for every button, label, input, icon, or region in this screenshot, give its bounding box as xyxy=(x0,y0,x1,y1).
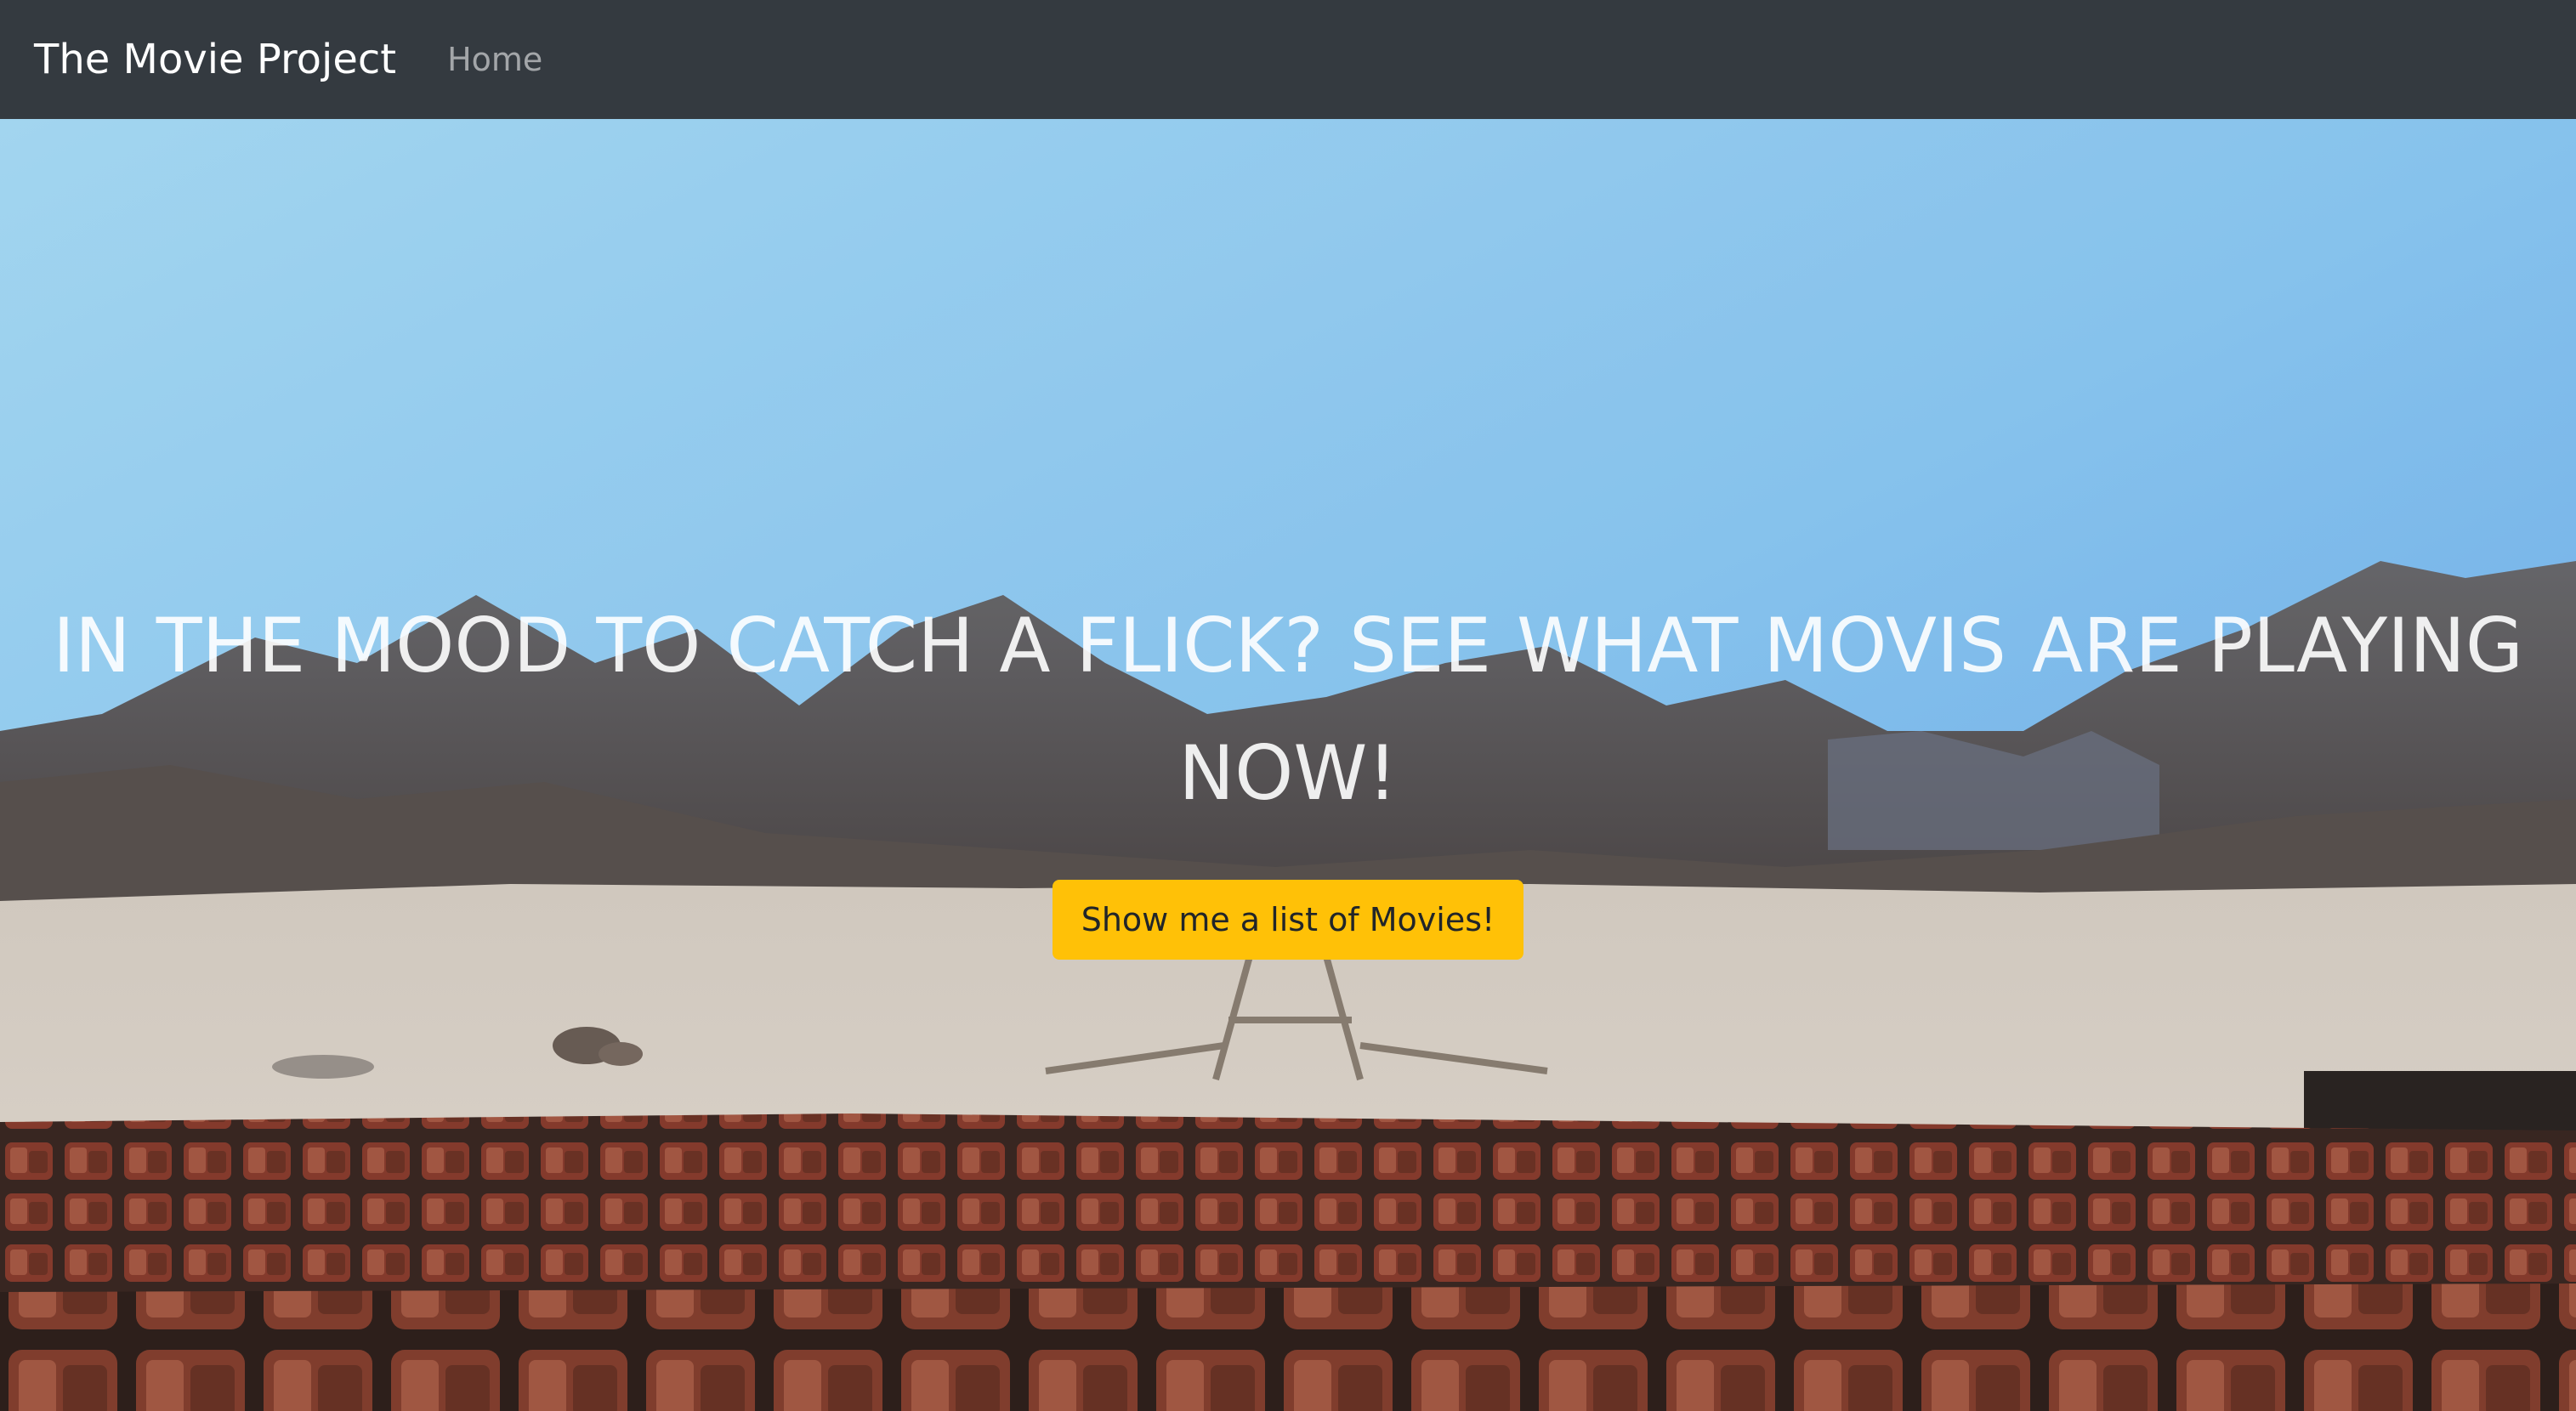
show-movies-button[interactable]: Show me a list of Movies! xyxy=(1052,880,1524,960)
navbar-brand[interactable]: The Movie Project xyxy=(34,39,396,80)
hero-section: IN THE MOOD TO CATCH A FLICK? SEE WHAT M… xyxy=(0,119,2576,1411)
hero-content: IN THE MOOD TO CATCH A FLICK? SEE WHAT M… xyxy=(0,582,2576,960)
hero-headline: IN THE MOOD TO CATCH A FLICK? SEE WHAT M… xyxy=(52,602,2524,817)
top-navbar: The Movie Project Home xyxy=(0,0,2576,119)
nav-link-home[interactable]: Home xyxy=(447,43,542,76)
